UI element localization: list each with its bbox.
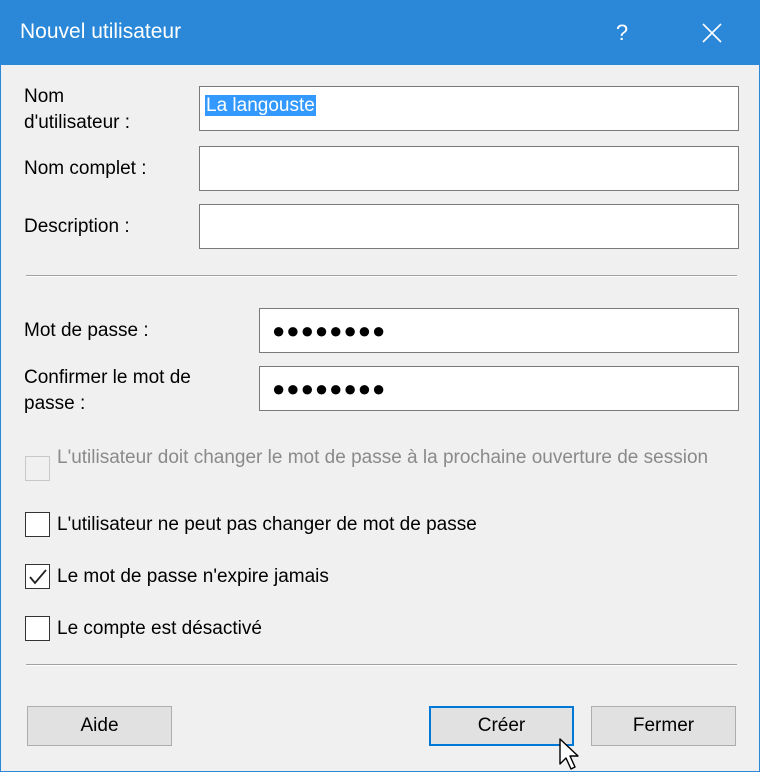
help-question-button[interactable]: ? bbox=[599, 1, 645, 65]
fullname-input[interactable] bbox=[199, 146, 739, 191]
close-window-button[interactable] bbox=[687, 1, 737, 65]
new-user-dialog: Nouvel utilisateur ? Nom d'utilisateur :… bbox=[0, 0, 760, 772]
fullname-label: Nom complet : bbox=[24, 158, 147, 179]
password-mask: ●●●●●●●● bbox=[272, 317, 387, 343]
help-question-icon: ? bbox=[615, 20, 629, 45]
username-value: La langouste bbox=[205, 95, 316, 117]
create-button[interactable]: Créer bbox=[429, 706, 574, 746]
help-button[interactable]: Aide bbox=[27, 706, 172, 746]
cannot-change-password-label: L'utilisateur ne peut pas changer de mot… bbox=[57, 514, 477, 535]
password-never-expires-label: Le mot de passe n'expire jamais bbox=[57, 566, 329, 587]
separator-top bbox=[26, 275, 737, 277]
username-label: Nom d'utilisateur : bbox=[24, 84, 130, 136]
must-change-password-checkbox[interactable] bbox=[25, 456, 50, 481]
checkmark-icon bbox=[29, 569, 47, 585]
password-input[interactable]: ●●●●●●●● bbox=[259, 308, 739, 353]
password-label: Mot de passe : bbox=[24, 320, 149, 341]
username-input[interactable]: La langouste bbox=[199, 86, 739, 131]
username-selected-text: La langouste bbox=[205, 95, 316, 116]
description-input[interactable] bbox=[199, 204, 739, 249]
username-label-line1: Nom bbox=[24, 86, 65, 107]
title-bar[interactable]: Nouvel utilisateur ? bbox=[1, 1, 759, 65]
must-change-password-label: L'utilisateur doit changer le mot de pas… bbox=[57, 447, 709, 468]
account-disabled-checkbox[interactable] bbox=[25, 616, 50, 641]
confirm-password-input[interactable]: ●●●●●●●● bbox=[259, 366, 739, 411]
confirm-label-line2: passe : bbox=[24, 393, 86, 414]
close-icon bbox=[702, 23, 722, 43]
separator-bottom bbox=[26, 664, 737, 666]
cannot-change-password-checkbox[interactable] bbox=[25, 512, 50, 537]
dialog-title: Nouvel utilisateur bbox=[20, 20, 182, 43]
username-label-line2: d'utilisateur : bbox=[24, 112, 131, 133]
close-button[interactable]: Fermer bbox=[591, 706, 736, 746]
password-never-expires-checkbox[interactable] bbox=[25, 564, 50, 589]
mouse-pointer-icon bbox=[559, 738, 579, 770]
confirm-password-label: Confirmer le mot de passe : bbox=[24, 365, 191, 417]
account-disabled-label: Le compte est désactivé bbox=[57, 618, 262, 639]
confirm-password-mask: ●●●●●●●● bbox=[272, 375, 387, 401]
confirm-label-line1: Confirmer le mot de bbox=[24, 367, 191, 388]
description-label: Description : bbox=[24, 216, 130, 237]
